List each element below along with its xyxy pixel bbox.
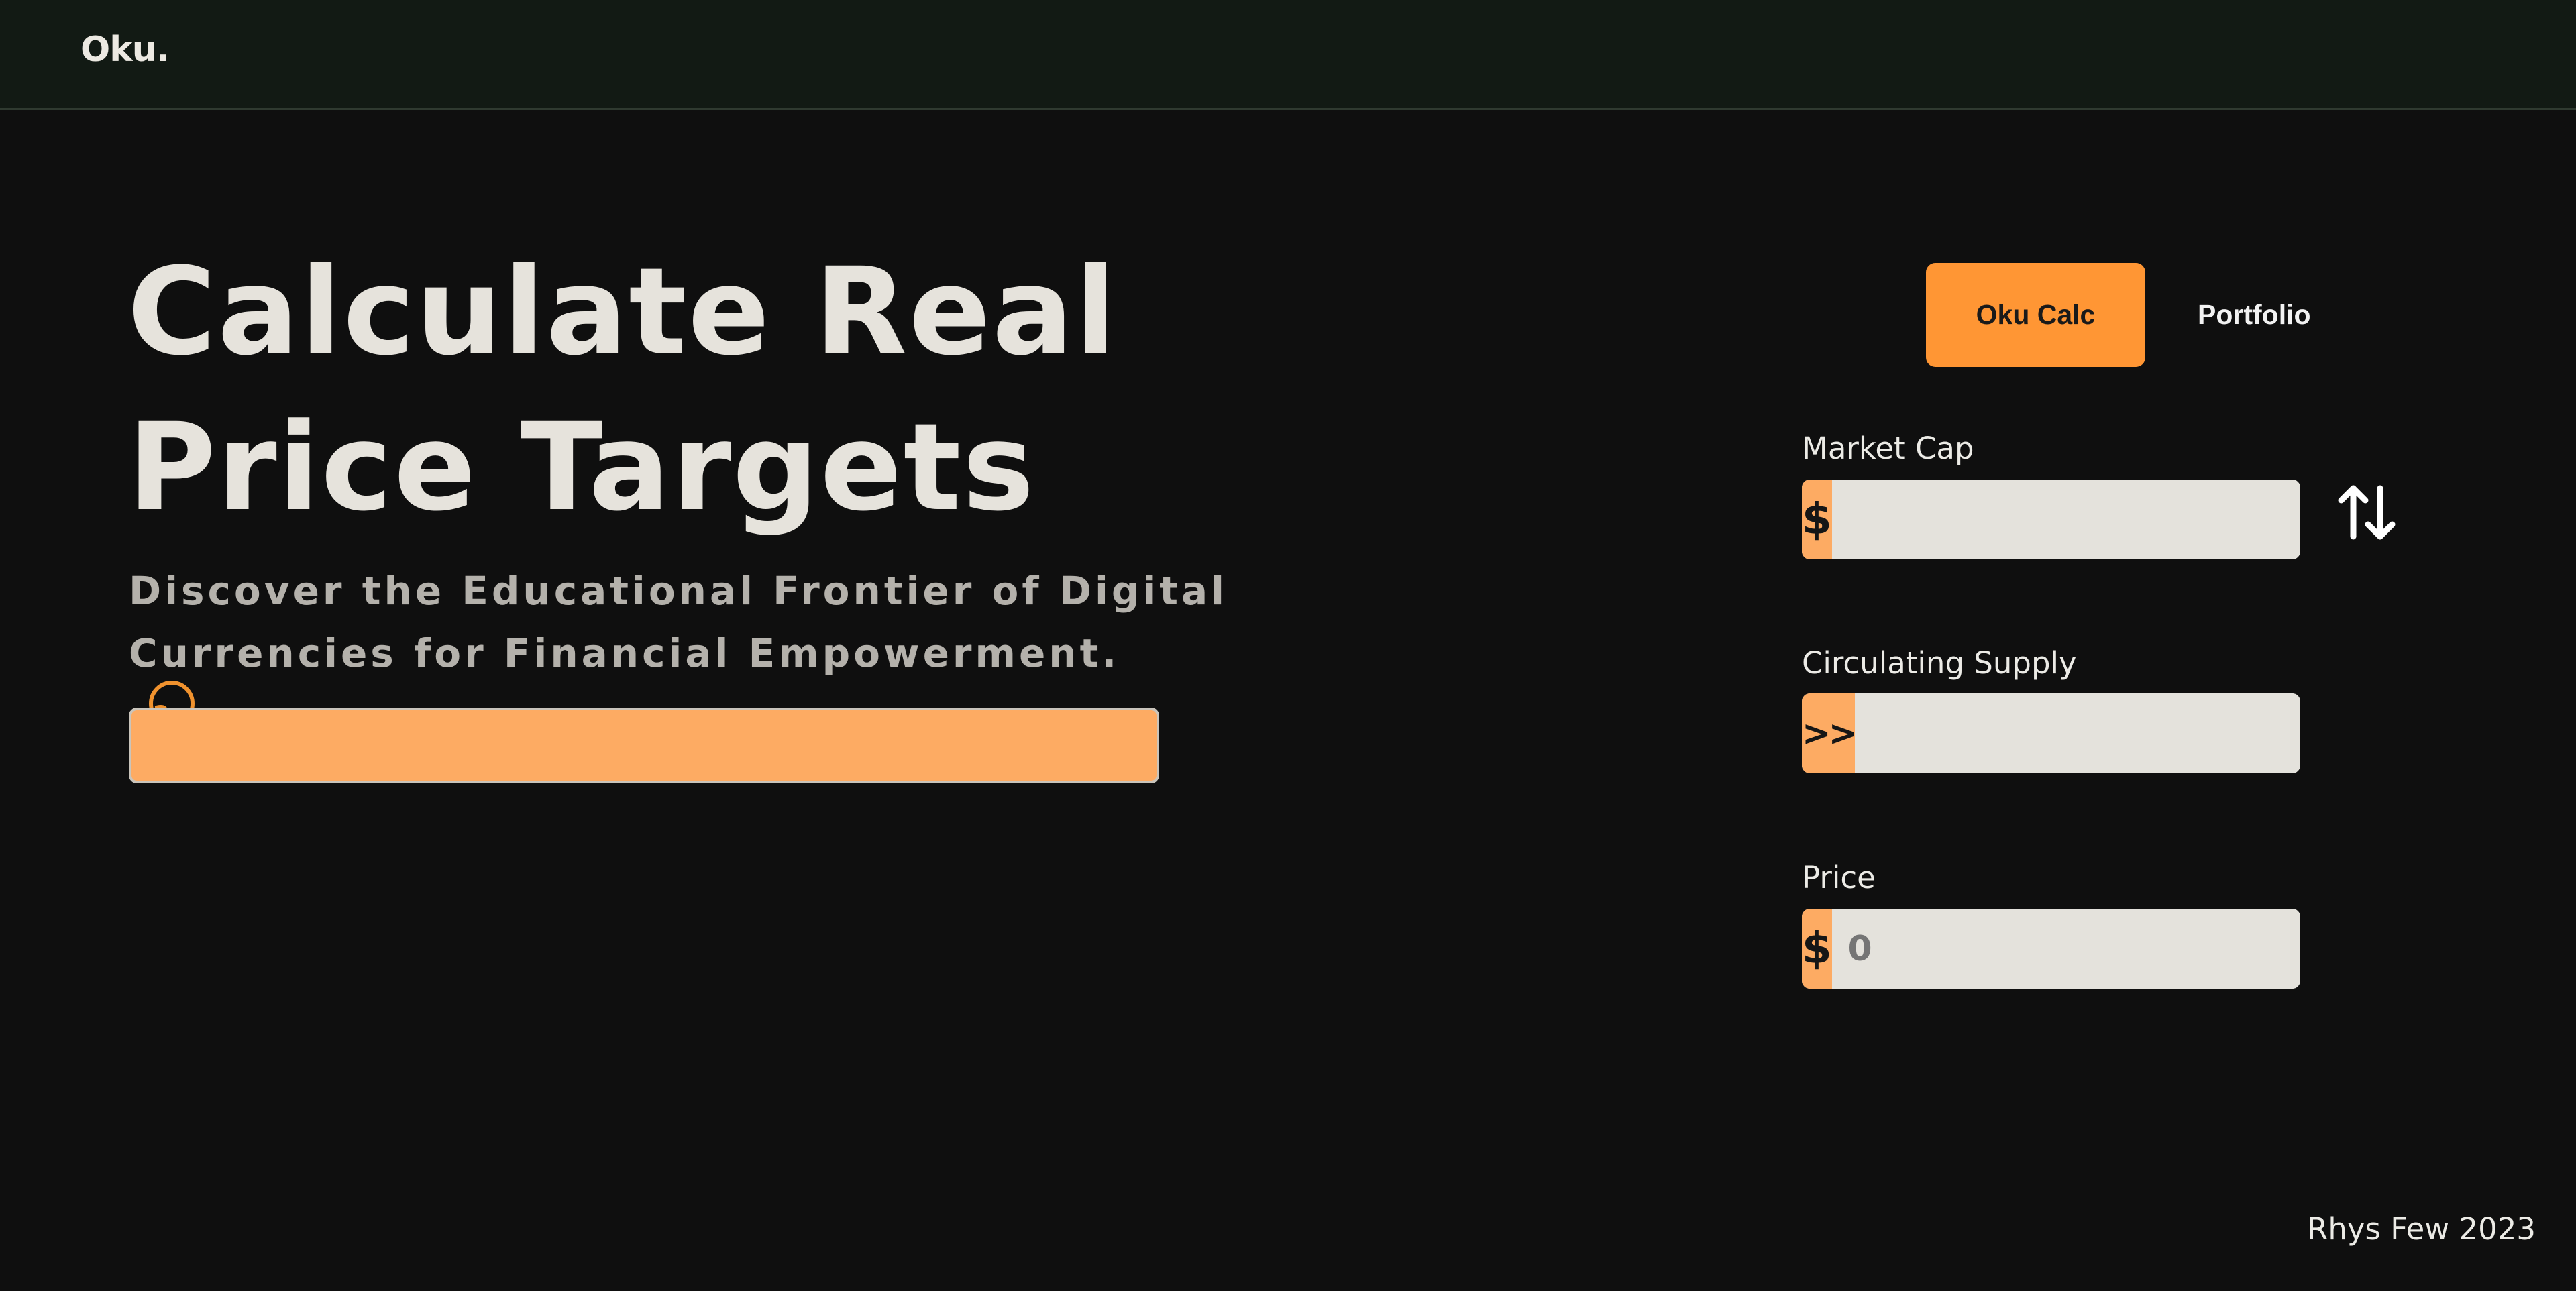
market-cap-input[interactable] [1831,480,2300,559]
circulating-supply-field: >> [1802,693,2300,773]
market-cap-label: Market Cap [1802,431,1974,466]
price-label: Price [1802,860,1876,895]
mode-tabs: Oku Calc Portfolio [1926,263,2315,367]
hero-subtitle-line-1: Discover the Educational Frontier of Dig… [129,568,1228,614]
hero-title-line-1: Calculate Real [127,242,1118,382]
dollar-icon: $ [1802,909,1832,989]
circulating-supply-input[interactable] [1855,693,2300,773]
progress-bar [129,708,1159,783]
tab-portfolio[interactable]: Portfolio [2194,298,2315,331]
price-field: $ [1802,909,2300,989]
hero-subtitle: Discover the Educational Frontier of Dig… [129,560,1228,732]
hero-subtitle-line-2-text: Currencies for Financial Empowerment. [129,630,1120,676]
hero-title-line-2: Price Targets [127,398,1036,538]
chevrons-right-icon: >> [1802,693,1858,773]
price-input[interactable] [1831,909,2300,989]
tab-oku-calc[interactable]: Oku Calc [1926,263,2145,367]
brand-logo[interactable]: Oku. [80,30,170,70]
footer-credit: Rhys Few 2023 [2307,1211,2536,1247]
circulating-supply-label: Circulating Supply [1802,645,2077,681]
top-bar: Oku. [0,0,2576,110]
swap-vertical-arrows-icon[interactable] [2334,480,2399,545]
market-cap-field: $ [1802,480,2300,559]
dollar-icon: $ [1802,480,1832,559]
hero-title: Calculate Real Price Targets [127,235,1118,546]
